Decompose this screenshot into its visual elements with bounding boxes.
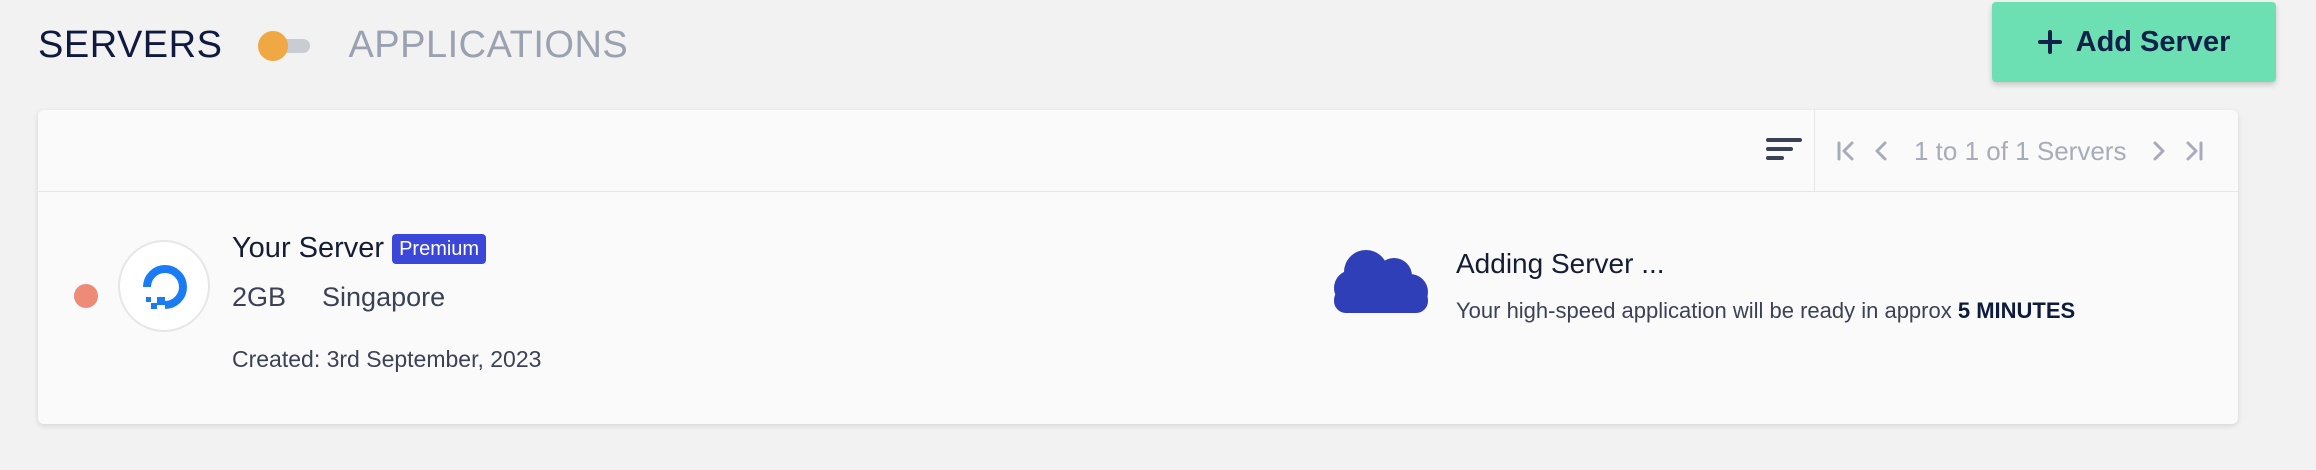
pagination-text: 1 to 1 of 1 Servers bbox=[1914, 135, 2127, 166]
add-server-button[interactable]: Add Server bbox=[1992, 2, 2276, 82]
server-size: 2GB bbox=[232, 282, 287, 312]
server-location: Singapore bbox=[322, 282, 446, 312]
servers-toolbar: 1 to 1 of 1 Servers bbox=[38, 110, 2238, 192]
applications-view-label[interactable]: APPLICATIONS bbox=[348, 16, 628, 74]
add-server-label: Add Server bbox=[2075, 25, 2231, 58]
server-name[interactable]: Your Server bbox=[232, 232, 384, 265]
server-meta: 2GB Singapore bbox=[232, 282, 445, 313]
sort-icon[interactable] bbox=[1766, 134, 1802, 164]
premium-badge: Premium bbox=[392, 233, 487, 264]
pagination: 1 to 1 of 1 Servers bbox=[1828, 110, 2212, 192]
status-description-text: Your high-speed application will be read… bbox=[1456, 298, 1952, 323]
page-header: SERVERS APPLICATIONS Add Server bbox=[38, 0, 2276, 90]
plus-icon bbox=[2037, 30, 2062, 54]
server-row[interactable]: Your Server Premium 2GB Singapore Create… bbox=[38, 192, 2238, 424]
servers-view-label[interactable]: SERVERS bbox=[38, 16, 222, 74]
toggle-knob bbox=[258, 31, 289, 61]
first-page-icon[interactable] bbox=[1828, 131, 1864, 171]
status-description: Your high-speed application will be read… bbox=[1456, 298, 2075, 324]
chevron-right-icon[interactable] bbox=[2140, 131, 2176, 171]
toolbar-divider bbox=[1814, 110, 1815, 192]
toggle-switch-icon[interactable] bbox=[258, 30, 312, 61]
servers-card: 1 to 1 of 1 Servers Your Server Premium … bbox=[38, 110, 2238, 424]
last-page-icon[interactable] bbox=[2176, 131, 2212, 171]
status-title: Adding Server ... bbox=[1456, 248, 1665, 279]
status-eta: 5 MINUTES bbox=[1957, 298, 2076, 323]
digitalocean-logo-icon bbox=[118, 240, 210, 332]
view-toggle: SERVERS APPLICATIONS bbox=[38, 16, 628, 74]
server-name-line: Your Server Premium bbox=[232, 232, 487, 265]
status-dot bbox=[74, 284, 98, 308]
cloud-icon bbox=[1328, 242, 1432, 319]
chevron-left-icon[interactable] bbox=[1864, 131, 1900, 171]
server-created-date: Created: 3rd September, 2023 bbox=[232, 346, 542, 372]
